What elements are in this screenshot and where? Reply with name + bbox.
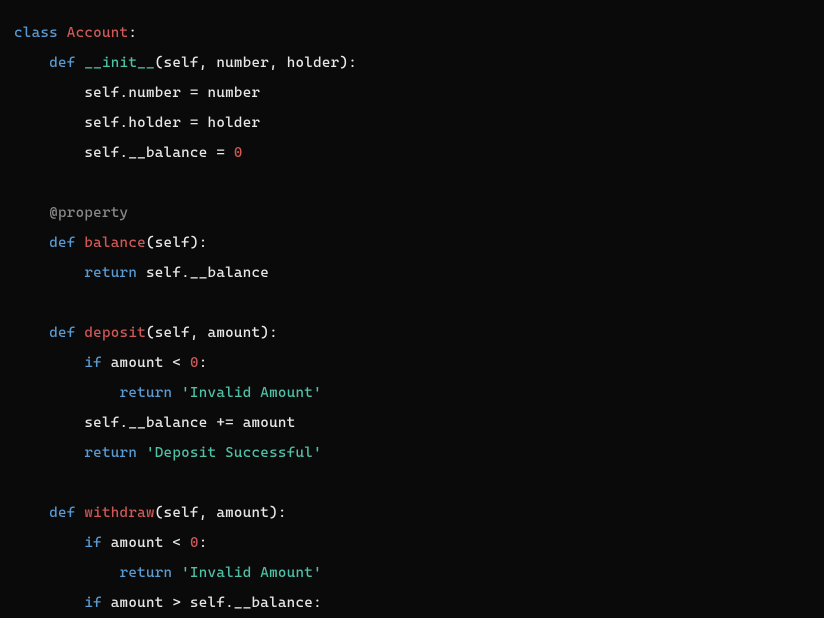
line-12: if amount < 0:	[14, 355, 208, 371]
keyword-if: if	[84, 355, 102, 371]
line-20: if amount > self.__balance:	[14, 595, 322, 611]
string-invalid: 'Invalid Amount'	[181, 385, 322, 401]
line-11: def deposit(self, amount):	[14, 325, 278, 341]
line-1: class Account:	[14, 25, 137, 41]
line-2: def __init__(self, number, holder):	[14, 55, 357, 71]
line-4: self.holder = holder	[14, 115, 260, 131]
string-deposit-ok: 'Deposit Successful'	[146, 445, 322, 461]
keyword-class: class	[14, 25, 58, 41]
fn-deposit: deposit	[84, 325, 146, 341]
class-name: Account	[67, 25, 129, 41]
line-7: @property	[14, 205, 128, 221]
decorator-property: @property	[49, 205, 128, 221]
line-9: return self.__balance	[14, 265, 269, 281]
line-8: def balance(self):	[14, 235, 208, 251]
line-19: return 'Invalid Amount'	[14, 565, 322, 581]
code-block: class Account: def __init__(self, number…	[14, 18, 810, 618]
number-zero: 0	[234, 145, 243, 161]
fn-init: __init__	[84, 55, 154, 71]
fn-balance: balance	[84, 235, 146, 251]
keyword-return: return	[84, 265, 137, 281]
fn-withdraw: withdraw	[84, 505, 154, 521]
line-14: self.__balance += amount	[14, 415, 295, 431]
line-3: self.number = number	[14, 85, 260, 101]
line-5: self.__balance = 0	[14, 145, 243, 161]
line-18: if amount < 0:	[14, 535, 208, 551]
line-13: return 'Invalid Amount'	[14, 385, 322, 401]
keyword-def: def	[49, 55, 75, 71]
line-15: return 'Deposit Successful'	[14, 445, 322, 461]
line-17: def withdraw(self, amount):	[14, 505, 287, 521]
